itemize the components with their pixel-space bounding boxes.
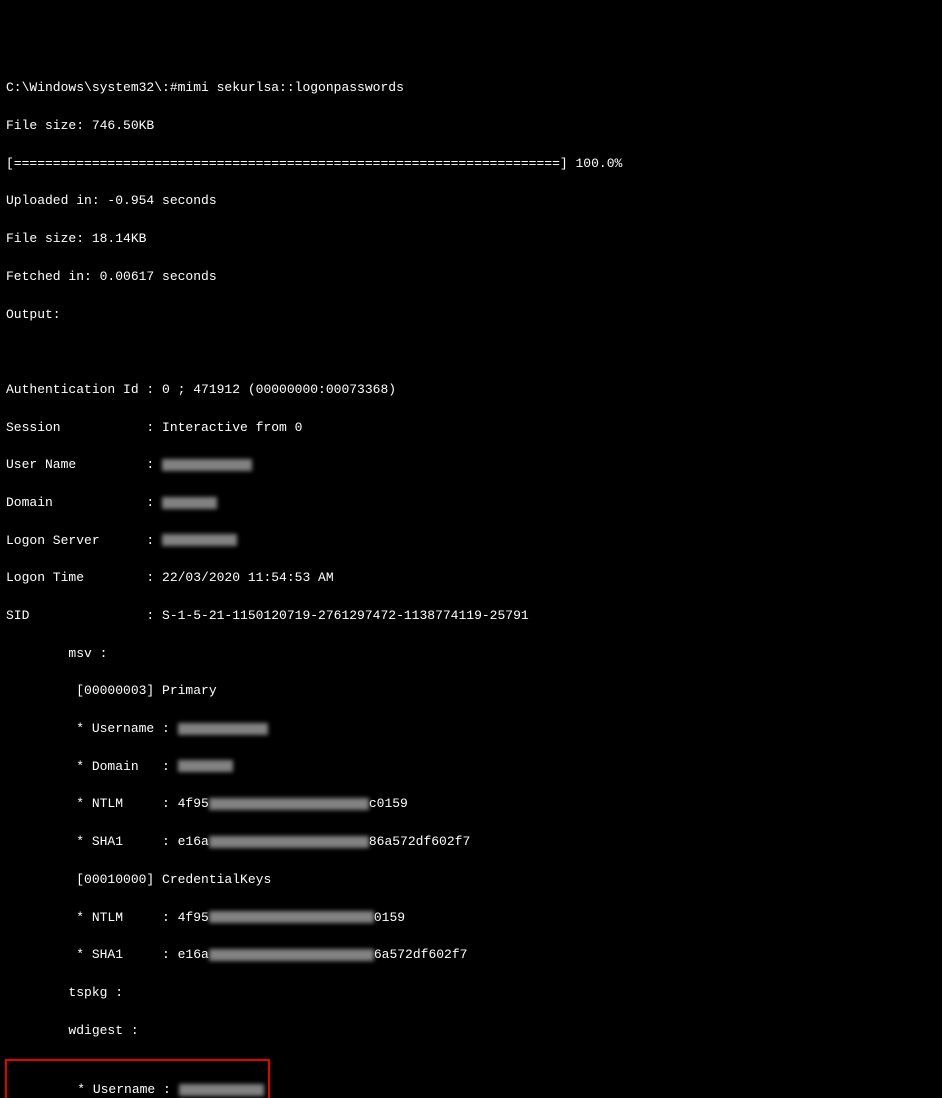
auth-id-line: Authentication Id : 0 ; 471912 (00000000…: [6, 381, 936, 400]
ck-ntlm-line: * NTLM : 4f95 0159: [6, 909, 936, 928]
file-size-line: File size: 746.50KB: [6, 117, 936, 136]
redacted-msv-sha1: [209, 836, 369, 848]
progress-bar-line: [=======================================…: [6, 155, 936, 174]
logon-server-line: Logon Server :: [6, 532, 936, 551]
file-size-2-line: File size: 18.14KB: [6, 230, 936, 249]
msv-ntlm-prefix: * NTLM : 4f95: [6, 796, 209, 811]
msv-ntlm-line: * NTLM : 4f95 c0159: [6, 795, 936, 814]
msv-domain-label: * Domain :: [6, 759, 178, 774]
msv-domain-line: * Domain :: [6, 758, 936, 777]
msv-sha1-suffix: 86a572df602f7: [369, 834, 470, 849]
wdigest-highlight-box: * Username : * Domain : * Password :: [5, 1059, 270, 1098]
redacted-ck-sha1: [209, 949, 374, 961]
ck-ntlm-prefix: * NTLM : 4f95: [6, 910, 209, 925]
sid-line: SID : S-1-5-21-1150120719-2761297472-113…: [6, 607, 936, 626]
prompt-text: C:\Windows\system32\:#mimi sekurlsa::log…: [6, 80, 404, 95]
logon-time-line: Logon Time : 22/03/2020 11:54:53 AM: [6, 569, 936, 588]
wdigest-line: wdigest :: [6, 1022, 936, 1041]
output-label-line: Output:: [6, 306, 936, 325]
redacted-msv-domain: [178, 760, 233, 772]
domain-label: Domain :: [6, 495, 162, 510]
user-name-line: User Name :: [6, 456, 936, 475]
redacted-logon-server: [162, 534, 237, 546]
tspkg-line: tspkg :: [6, 984, 936, 1003]
credentialkeys-line: [00010000] CredentialKeys: [6, 871, 936, 890]
wd-user-label: * Username :: [7, 1082, 179, 1097]
redacted-wd-username: [179, 1084, 264, 1096]
ck-ntlm-suffix: 0159: [374, 910, 405, 925]
wd-username-line: * Username :: [7, 1081, 264, 1098]
msv-user-label: * Username :: [6, 721, 178, 736]
domain-line: Domain :: [6, 494, 936, 513]
command-prompt-line: C:\Windows\system32\:#mimi sekurlsa::log…: [6, 79, 936, 98]
redacted-domain: [162, 497, 217, 509]
redacted-ck-ntlm: [209, 911, 374, 923]
blank-line: [6, 343, 936, 362]
session-line: Session : Interactive from 0: [6, 419, 936, 438]
msv-sha1-prefix: * SHA1 : e16a: [6, 834, 209, 849]
msv-primary-line: [00000003] Primary: [6, 682, 936, 701]
msv-username-line: * Username :: [6, 720, 936, 739]
uploaded-line: Uploaded in: -0.954 seconds: [6, 192, 936, 211]
redacted-msv-username: [178, 723, 268, 735]
logon-server-label: Logon Server :: [6, 533, 162, 548]
redacted-username: [162, 459, 252, 471]
ck-sha1-suffix: 6a572df602f7: [374, 947, 468, 962]
user-name-label: User Name :: [6, 457, 162, 472]
ck-sha1-line: * SHA1 : e16a 6a572df602f7: [6, 946, 936, 965]
msv-ntlm-suffix: c0159: [369, 796, 408, 811]
fetched-line: Fetched in: 0.00617 seconds: [6, 268, 936, 287]
msv-header: msv :: [6, 645, 936, 664]
ck-sha1-prefix: * SHA1 : e16a: [6, 947, 209, 962]
msv-sha1-line: * SHA1 : e16a 86a572df602f7: [6, 833, 936, 852]
redacted-msv-ntlm: [209, 798, 369, 810]
